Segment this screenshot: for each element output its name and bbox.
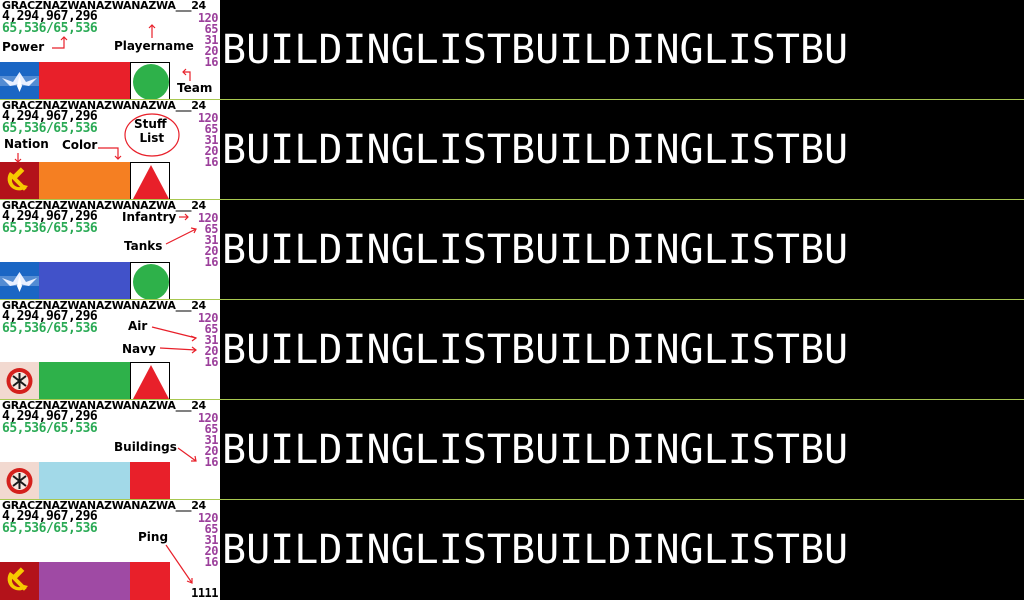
player-color-swatch [39, 162, 130, 200]
power-value: 65,536/65,536 [2, 121, 98, 136]
row-divider [0, 199, 1024, 200]
building-list: BUILDINGLISTBUILDINGLISTBU [222, 227, 849, 273]
buildings-count: 16 [204, 255, 219, 269]
yuri-icon [0, 362, 39, 400]
player-panel: GRACZNAZWANAZWANAZWA___24 4,294,967,296 … [0, 500, 220, 600]
player-row-5: GRACZNAZWANAZWANAZWA___24 4,294,967,296 … [0, 400, 1024, 500]
player-color-swatch [39, 62, 130, 100]
eagle-icon [0, 262, 39, 300]
ping-annotation: Ping [138, 530, 169, 544]
building-list: BUILDINGLISTBUILDINGLISTBU [222, 27, 849, 73]
infantry-annotation: Infantry [122, 210, 177, 224]
power-value: 65,536/65,536 [2, 421, 98, 436]
navy-annotation: Navy [122, 342, 156, 356]
player-panel: GRACZNAZWANAZWANAZWA___24 4,294,967,296 … [0, 400, 220, 500]
player-row-6: GRACZNAZWANAZWANAZWA___24 4,294,967,296 … [0, 500, 1024, 600]
power-value: 65,536/65,536 [2, 221, 98, 236]
building-list: BUILDINGLISTBUILDINGLISTBU [222, 327, 849, 373]
player-panel: GRACZNAZWANAZWANAZWA___24 4,294,967,296 … [0, 100, 220, 200]
hammer-sickle-icon [0, 562, 39, 600]
team-indicator [130, 362, 170, 400]
building-list: BUILDINGLISTBUILDINGLISTBU [222, 527, 849, 573]
buildings-annotation: Buildings [114, 440, 177, 454]
nation-annotation: Nation [4, 137, 49, 151]
team-indicator [130, 262, 170, 300]
player-row-4: GRACZNAZWANAZWANAZWA___24 4,294,967,296 … [0, 300, 1024, 400]
team-indicator [130, 462, 170, 500]
team-indicator [130, 62, 170, 100]
hammer-sickle-icon [0, 162, 39, 200]
playername-annotation: Playername [114, 39, 194, 53]
eagle-icon [0, 62, 39, 100]
row-divider [0, 499, 1024, 500]
player-color-swatch [39, 562, 130, 600]
buildings-count: 16 [204, 55, 219, 69]
player-color-swatch [39, 262, 130, 300]
buildings-count: 16 [204, 155, 219, 169]
power-value: 65,536/65,536 [2, 321, 98, 336]
yuri-icon [0, 462, 39, 500]
team-indicator [130, 162, 170, 200]
color-annotation: Color [62, 138, 98, 152]
air-annotation: Air [128, 319, 148, 333]
player-row-3: GRACZNAZWANAZWANAZWA___24 4,294,967,296 … [0, 200, 1024, 300]
team-annotation: Team [177, 81, 213, 95]
buildings-count: 16 [204, 355, 219, 369]
team-indicator [130, 562, 170, 600]
player-row-2: GRACZNAZWANAZWANAZWA___24 4,294,967,296 … [0, 100, 1024, 200]
buildings-count: 16 [204, 455, 219, 469]
row-divider [0, 99, 1024, 100]
power-value: 65,536/65,536 [2, 21, 98, 36]
row-divider [0, 299, 1024, 300]
player-color-swatch [39, 362, 130, 400]
player-panel: GRACZNAZWANAZWANAZWA___24 4,294,967,296 … [0, 200, 220, 300]
player-panel: GRACZNAZWANAZWANAZWA___24 4,294,967,296 … [0, 300, 220, 400]
building-list: BUILDINGLISTBUILDINGLISTBU [222, 427, 849, 473]
tanks-annotation: Tanks [124, 239, 163, 253]
ping-value: 1111 [191, 586, 218, 600]
player-row-1: GRACZNAZWANAZWANAZWA___24 4,294,967,296 … [0, 0, 1024, 100]
power-annotation: Power [2, 40, 45, 54]
power-value: 65,536/65,536 [2, 521, 98, 536]
player-panel: GRACZNAZWANAZWANAZWA___24 4,294,967,296 … [0, 0, 220, 100]
buildings-count: 16 [204, 555, 219, 569]
player-color-swatch [39, 462, 130, 500]
stuff-list-annotation: Stuff List [134, 117, 167, 145]
building-list: BUILDINGLISTBUILDINGLISTBU [222, 127, 849, 173]
row-divider [0, 399, 1024, 400]
